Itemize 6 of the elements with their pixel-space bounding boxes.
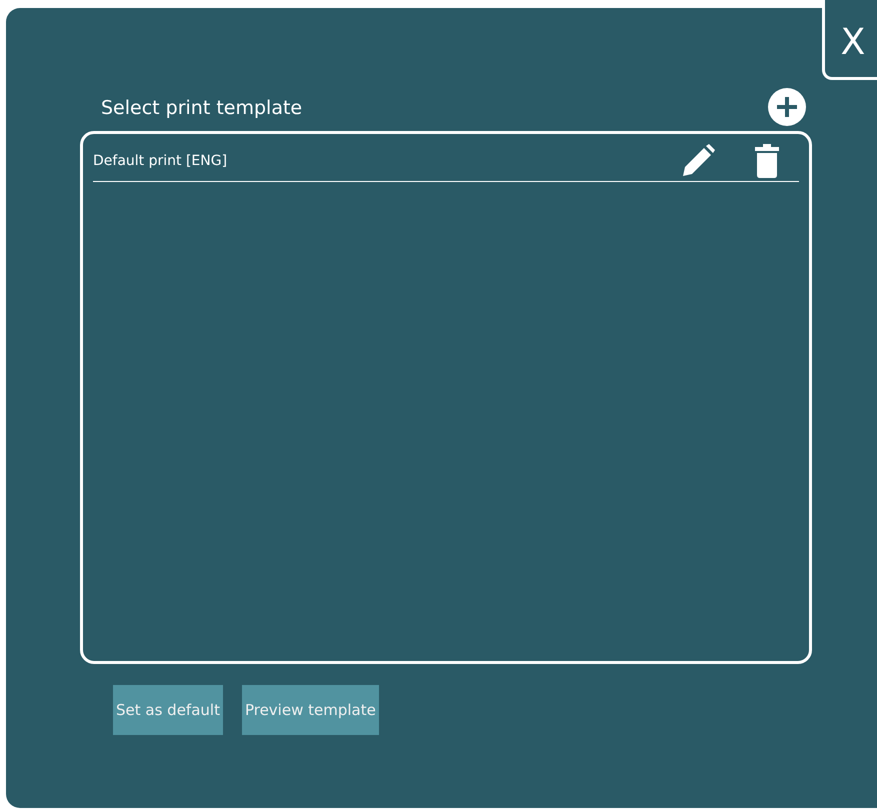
pencil-icon[interactable] [681, 144, 715, 178]
close-button[interactable]: X [822, 0, 877, 80]
add-icon[interactable] [768, 88, 806, 126]
dialog-title: Select print template [101, 97, 302, 119]
trash-icon[interactable] [755, 144, 779, 178]
template-name[interactable]: Default print [ENG] [93, 153, 681, 169]
